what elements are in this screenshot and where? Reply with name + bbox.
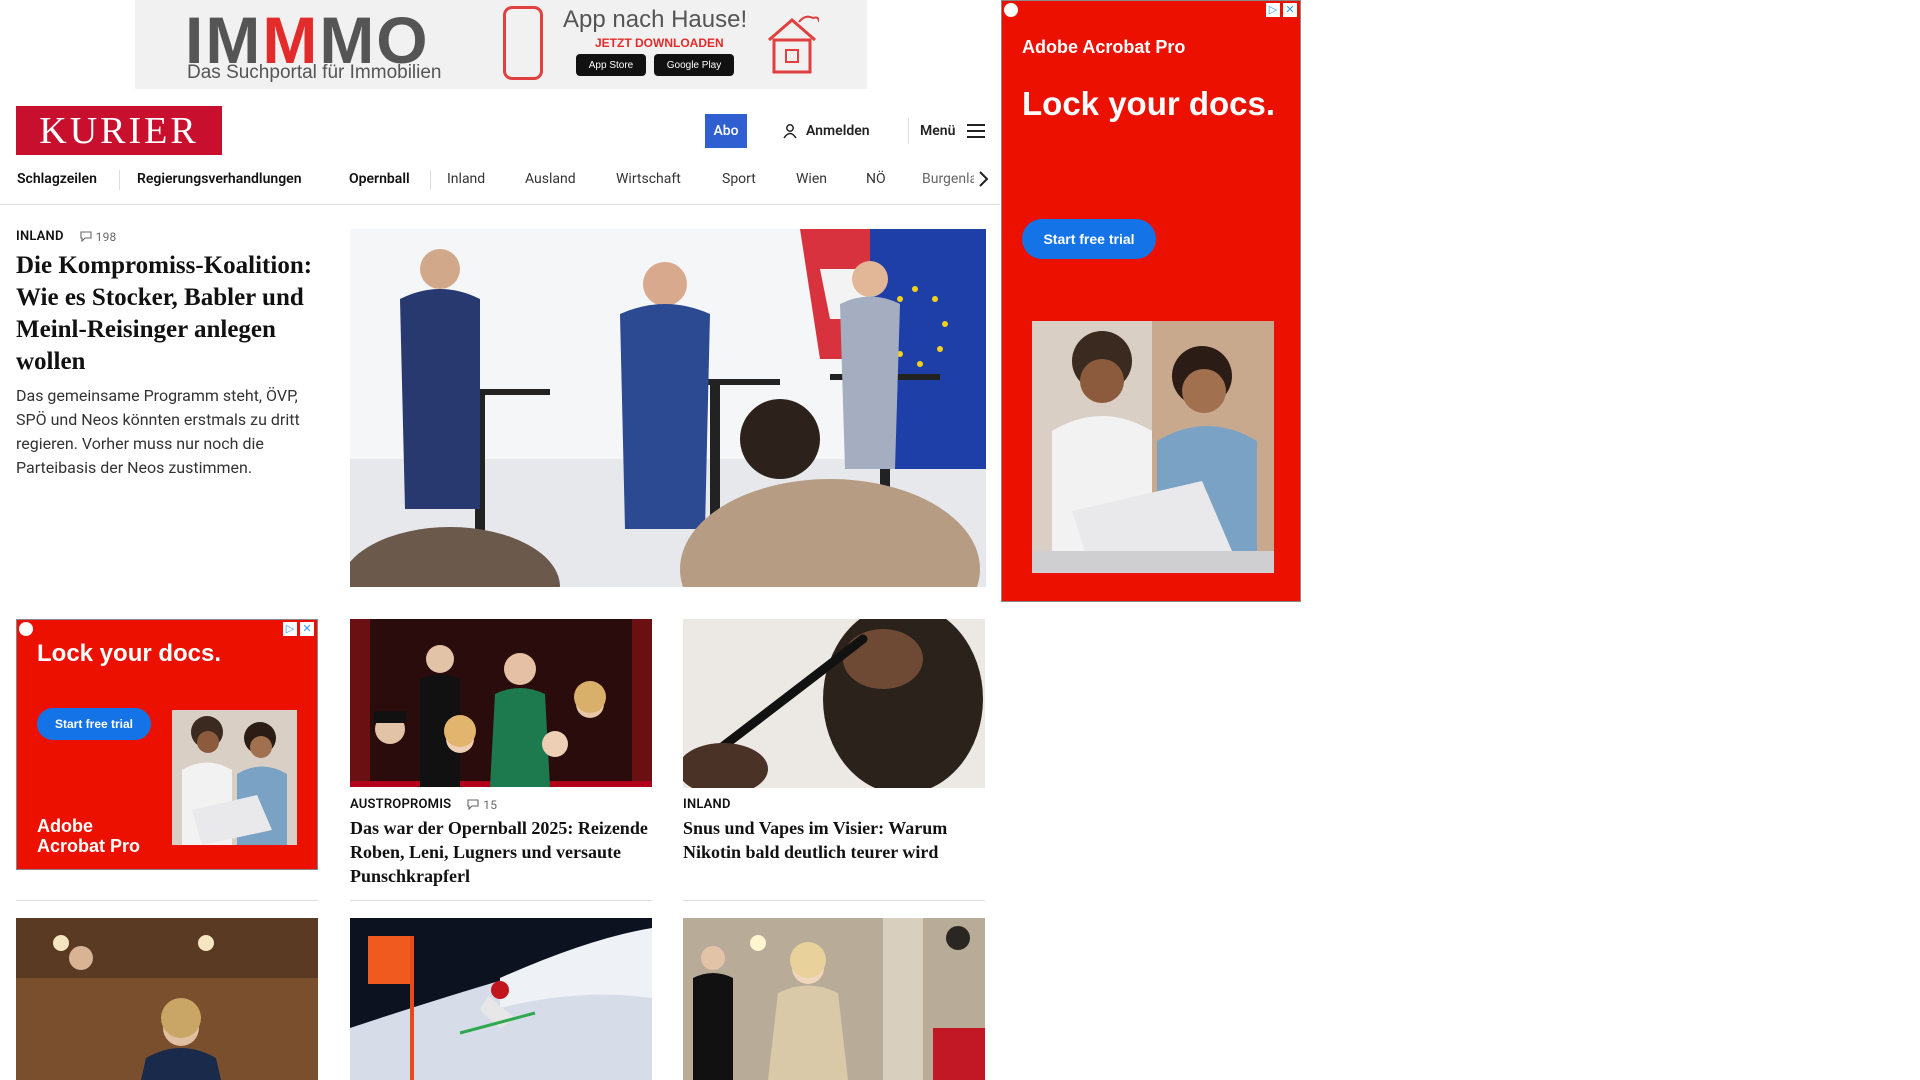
lead-comment-count: 198 xyxy=(95,229,117,244)
lead-teaser: Das gemeinsame Programm steht, ÖVP, SPÖ … xyxy=(16,386,300,477)
side-ad[interactable]: ▷ ✕ Adobe Acrobat Pro Lock your docs. St… xyxy=(1001,0,1301,602)
teaser-image-parliament[interactable] xyxy=(16,918,318,1080)
ad-choices-icon[interactable] xyxy=(19,622,33,636)
login-label: Anmelden xyxy=(806,123,870,139)
ad-info-icon[interactable]: ▷ xyxy=(283,622,297,636)
teaser-comment-count: 15 xyxy=(483,797,498,812)
teaser-category: AUSTROPROMIS 15 xyxy=(350,797,497,812)
menu-button[interactable]: Menü xyxy=(920,117,986,145)
teaser-category-label: AUSTROPROMIS xyxy=(350,797,452,812)
teaser-category-label: INLAND xyxy=(683,797,731,812)
section-nav: Schlagzeilen Regierungsverhandlungen Ope… xyxy=(0,160,1000,205)
ad-brand: Adobe Acrobat Pro xyxy=(1022,37,1186,57)
nav-item-opernball[interactable]: Opernball xyxy=(349,160,410,204)
immmo-tagline: Das Suchportal für Immobilien xyxy=(187,62,442,83)
lead-image[interactable] xyxy=(350,229,986,587)
lead-comments[interactable]: 198 xyxy=(80,230,117,244)
lead-category: INLAND 198 xyxy=(16,229,116,244)
nav-item-schlagzeilen[interactable]: Schlagzeilen xyxy=(17,160,97,204)
teaser-image-ski[interactable] xyxy=(350,918,652,1080)
row-divider xyxy=(16,900,318,901)
phone-icon xyxy=(503,6,543,80)
app-store-button[interactable]: App Store xyxy=(576,54,646,76)
comment-icon xyxy=(467,799,479,810)
header-divider xyxy=(908,118,909,144)
lead-category-label: INLAND xyxy=(16,229,64,244)
nav-divider xyxy=(119,170,120,190)
nav-divider xyxy=(430,170,431,190)
ad-app-title: App nach Hause! xyxy=(563,6,748,33)
teaser-category: INLAND xyxy=(683,797,731,812)
abo-button[interactable]: Abo xyxy=(705,114,747,148)
teaser-headline[interactable]: Das war der Opernball 2025: Reizende Rob… xyxy=(350,816,656,888)
teaser-comments[interactable]: 15 xyxy=(467,798,497,812)
hamburger-icon xyxy=(967,124,986,138)
house-icon xyxy=(768,15,819,74)
ad-close-icon[interactable]: ✕ xyxy=(1283,3,1297,17)
ad-app-subtitle: JETZT DOWNLOADEN xyxy=(595,36,724,50)
nav-item-inland[interactable]: Inland xyxy=(447,160,485,204)
top-banner-ad[interactable]: IMMMO Das Suchportal für Immobilien App … xyxy=(135,0,867,89)
teaser-image-ball[interactable] xyxy=(683,918,985,1080)
inline-ad[interactable]: ▷ ✕ Lock your docs. Start free trial Ado… xyxy=(16,619,318,870)
ad-photo xyxy=(1032,321,1274,573)
comment-icon xyxy=(80,231,92,242)
nav-item-burgenland[interactable]: Burgenla xyxy=(922,160,974,204)
ad-cta-button[interactable]: Start free trial xyxy=(37,708,151,740)
chevron-right-icon[interactable] xyxy=(972,168,994,190)
ad-cta-button[interactable]: Start free trial xyxy=(1022,219,1156,259)
ad-close-icon[interactable]: ✕ xyxy=(300,622,314,636)
google-play-button[interactable]: Google Play xyxy=(654,54,734,76)
teaser-image-opernball[interactable] xyxy=(350,619,652,787)
ad-photo xyxy=(172,710,297,845)
ad-brand: Adobe Acrobat Pro xyxy=(37,816,141,856)
user-icon xyxy=(783,124,797,139)
nav-item-wirtschaft[interactable]: Wirtschaft xyxy=(616,160,681,204)
menu-label: Menü xyxy=(920,123,956,139)
nav-item-regierungsverhandlungen[interactable]: Regierungsverhandlungen xyxy=(137,160,302,204)
teaser-headline[interactable]: Snus und Vapes im Visier: Warum Nikotin … xyxy=(683,816,993,864)
row-divider xyxy=(350,900,652,901)
login-button[interactable]: Anmelden xyxy=(782,117,870,145)
lead-headline[interactable]: Die Kompromiss-Koalition: Wie es Stocker… xyxy=(16,250,326,378)
nav-item-noe[interactable]: NÖ xyxy=(866,160,886,204)
nav-item-ausland[interactable]: Ausland xyxy=(525,160,576,204)
nav-item-wien[interactable]: Wien xyxy=(796,160,827,204)
ad-choices-icon[interactable] xyxy=(1004,3,1018,17)
teaser-image-vapes[interactable] xyxy=(683,619,985,788)
row-divider xyxy=(683,900,985,901)
ad-headline: Lock your docs. xyxy=(1022,85,1276,122)
kurier-logo[interactable]: KURIER xyxy=(16,106,222,155)
ad-info-icon[interactable]: ▷ xyxy=(1266,3,1280,17)
ad-headline: Lock your docs. xyxy=(37,640,222,667)
nav-item-sport[interactable]: Sport xyxy=(722,160,756,204)
